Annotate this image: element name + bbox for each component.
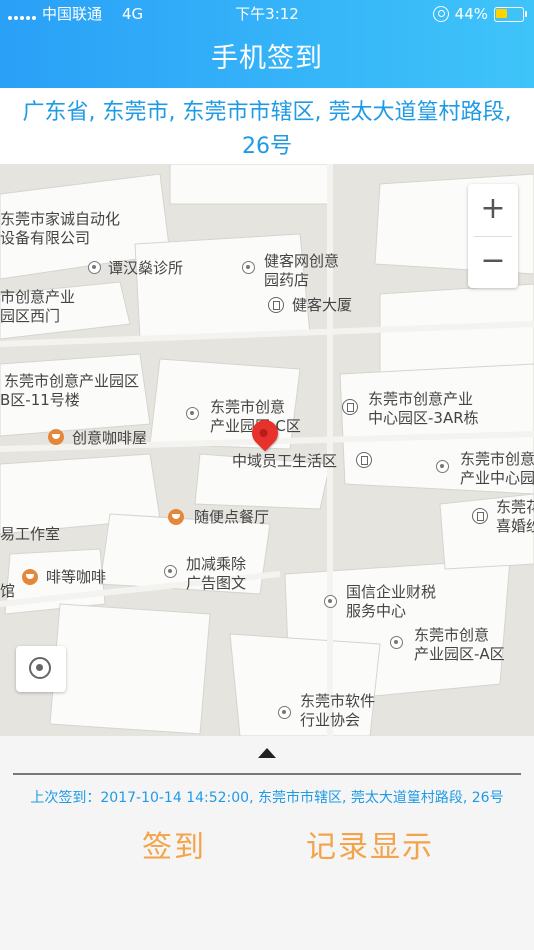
app-header: 中国联通 4G 下午3:12 44% 手机签到 xyxy=(0,0,534,88)
place-icon xyxy=(164,565,177,578)
building-icon xyxy=(342,399,358,415)
poi-label[interactable]: 东莞市家诚自动化 xyxy=(0,210,120,229)
poi-label[interactable]: 园区西门 xyxy=(0,307,60,326)
poi-label[interactable]: 馆 xyxy=(0,582,15,601)
zoom-controls: + − xyxy=(468,184,518,288)
poi-label[interactable]: 东莞花 xyxy=(496,498,534,517)
records-button[interactable]: 记录显示 xyxy=(306,822,434,866)
building-icon xyxy=(356,452,372,468)
poi-label[interactable]: 谭汉燊诊所 xyxy=(108,259,183,278)
poi-label[interactable]: 东莞市创意 xyxy=(210,398,285,417)
status-bar: 中国联通 4G 下午3:12 44% xyxy=(0,0,534,28)
bottom-panel: 上次签到：2017-10-14 14:52:00, 东莞市市辖区, 莞太大道篁村… xyxy=(0,736,534,950)
locate-button[interactable] xyxy=(16,646,66,692)
poi-label[interactable]: 喜婚纱 xyxy=(496,517,534,536)
poi-label[interactable]: 易工作室 xyxy=(0,525,60,544)
rotation-lock-icon xyxy=(432,6,449,22)
battery-icon xyxy=(494,6,527,22)
poi-label[interactable]: 广告图文 xyxy=(186,574,246,593)
clinic-icon xyxy=(88,261,101,274)
place-icon xyxy=(436,460,449,473)
restaurant-icon xyxy=(168,509,184,525)
place-icon xyxy=(324,595,337,608)
poi-label[interactable]: 园药店 xyxy=(264,271,309,290)
page-title: 手机签到 xyxy=(211,43,323,74)
poi-label[interactable]: 随便点餐厅 xyxy=(194,508,269,527)
pharmacy-icon xyxy=(242,261,255,274)
poi-label[interactable]: 服务中心 xyxy=(346,602,406,621)
cafe-icon xyxy=(48,429,64,445)
poi-label[interactable]: 产业中心园 xyxy=(460,469,534,488)
place-icon xyxy=(390,636,403,649)
poi-label[interactable]: 国信企业财税 xyxy=(346,583,436,602)
expand-arrow-icon[interactable] xyxy=(258,748,276,758)
poi-label[interactable]: 设备有限公司 xyxy=(0,229,90,248)
signin-button[interactable]: 签到 xyxy=(142,822,206,866)
battery-percent: 44% xyxy=(454,5,488,23)
poi-label[interactable]: 健客大厦 xyxy=(292,296,352,315)
poi-label[interactable]: 东莞市软件 xyxy=(300,692,375,711)
crosshair-icon xyxy=(29,657,51,679)
map-view[interactable]: 东莞市家诚自动化 设备有限公司 谭汉燊诊所 健客网创意 园药店 健客大厦 市创意… xyxy=(0,164,534,736)
poi-label[interactable]: 东莞市创意 xyxy=(460,450,534,469)
place-icon xyxy=(186,407,199,420)
poi-label[interactable]: 健客网创意 xyxy=(264,252,339,271)
poi-label[interactable]: 东莞市创意 xyxy=(414,626,489,645)
poi-label[interactable]: 产业园区-A区 xyxy=(414,645,505,664)
place-icon xyxy=(278,706,291,719)
poi-label[interactable]: 行业协会 xyxy=(300,711,360,730)
poi-label[interactable]: 啡等咖啡 xyxy=(46,568,106,587)
poi-label[interactable]: 东莞市创意产业园区 xyxy=(4,372,139,391)
last-signin-info: 上次签到：2017-10-14 14:52:00, 东莞市市辖区, 莞太大道篁村… xyxy=(30,790,504,806)
poi-label[interactable]: 加减乘除 xyxy=(186,555,246,574)
poi-label[interactable]: 中域员工生活区 xyxy=(232,452,337,471)
current-address: 广东省, 东莞市, 东莞市市辖区, 莞太大道篁村路段, 26号 xyxy=(0,88,534,164)
panel-divider xyxy=(13,773,521,775)
poi-label[interactable]: 中心园区-3AR栋 xyxy=(368,409,479,428)
poi-label[interactable]: 创意咖啡屋 xyxy=(72,429,147,448)
poi-label[interactable]: 市创意产业 xyxy=(0,288,75,307)
poi-label[interactable]: 东莞市创意产业 xyxy=(368,390,473,409)
zoom-in-button[interactable]: + xyxy=(468,184,518,236)
zoom-out-button[interactable]: − xyxy=(468,236,518,288)
studio-icon xyxy=(472,508,488,524)
poi-label[interactable]: B区-11号楼 xyxy=(0,391,80,410)
building-icon xyxy=(268,297,284,313)
cafe-icon xyxy=(22,569,38,585)
